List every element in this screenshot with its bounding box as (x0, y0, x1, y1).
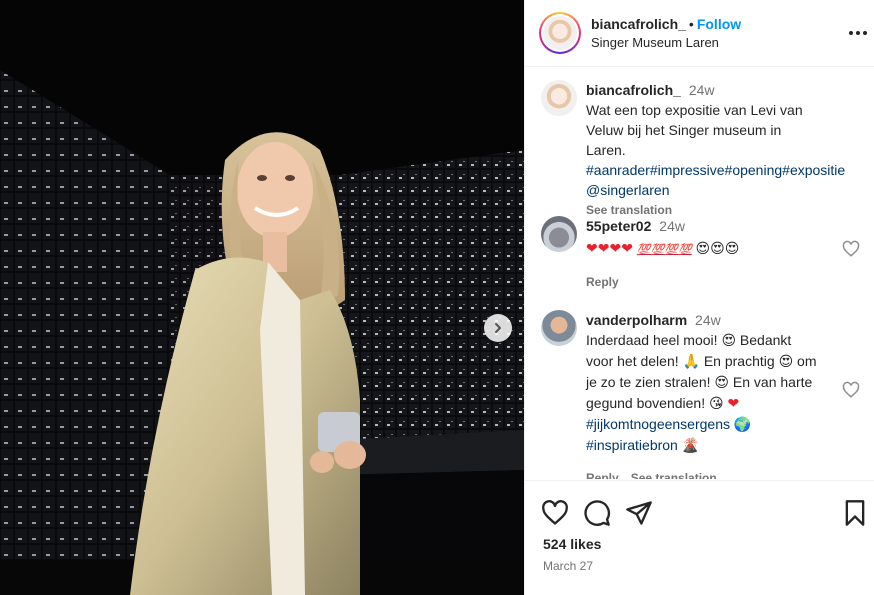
likes-count[interactable]: 524 likes (543, 536, 601, 552)
post-date[interactable]: March 27 (543, 559, 593, 573)
hundred-emoji: 💯 (677, 243, 692, 256)
heart-emoji: ❤ (621, 241, 633, 257)
globe-emoji: 🌍 (733, 417, 752, 433)
post-header: biancafrolich_ • Follow Singer Museum Lare… (525, 0, 874, 67)
comment-row: vanderpolharm 24w Inderdaad heel mooi! 😍… (541, 310, 862, 479)
heart-eyes-emoji: 😍 (710, 241, 725, 257)
comment-avatar[interactable] (541, 216, 577, 252)
next-photo-button[interactable] (484, 314, 512, 342)
heart-eyes-emoji: 😍 (714, 375, 730, 391)
more-options-button[interactable] (846, 21, 870, 45)
ellipsis-icon (849, 31, 867, 35)
comment-text: Inderdaad heel mooi! (586, 332, 722, 348)
caption-avatar[interactable] (541, 80, 577, 116)
chevron-right-icon (495, 323, 501, 333)
heart-eyes-emoji: 😍 (778, 354, 794, 370)
hundred-emoji: 💯 (650, 243, 665, 256)
hundred-emoji: 💯 (636, 243, 651, 256)
heart-emoji: ❤ (727, 396, 740, 412)
comment-time[interactable]: 24w (659, 218, 685, 234)
heart-emoji: ❤ (586, 241, 598, 257)
heart-eyes-emoji: 😍 (695, 241, 711, 257)
folded-hands-emoji: 🙏 (682, 354, 700, 370)
caption-text: Wat een top expositie van Levi van Veluw… (586, 102, 803, 158)
bookmark-icon[interactable] (841, 499, 869, 527)
comments-section[interactable]: biancafrolich_ 24w Wat een top expositie… (525, 68, 874, 479)
caption-username[interactable]: biancafrolich_ (586, 82, 681, 98)
heart-emoji: ❤ (597, 241, 610, 257)
hashtag-impressive[interactable]: #impressive (650, 162, 725, 178)
caption-row: biancafrolich_ 24w Wat een top expositie… (541, 80, 862, 220)
comment-row: 55peter02 24w ❤❤❤❤ 💯💯💯💯 😍😍😍 Reply (541, 216, 862, 292)
separator-dot: • (688, 15, 694, 32)
author-avatar-image (543, 16, 577, 50)
hashtag-opening[interactable]: #opening (725, 162, 783, 178)
follow-button[interactable]: Follow (697, 16, 741, 32)
kiss-emoji: 😘 (709, 396, 724, 412)
caption-time[interactable]: 24w (689, 82, 715, 98)
comment-like-heart-icon[interactable] (842, 240, 860, 258)
comment-see-translation[interactable]: See translation (631, 471, 717, 479)
hashtag-expositie[interactable]: #expositie (782, 162, 845, 178)
comment-bubble-icon[interactable] (583, 499, 611, 527)
comment-text: ❤❤❤❤ 💯💯💯💯 😍😍😍 (586, 238, 822, 260)
author-username[interactable]: biancafrolich_ (591, 16, 686, 32)
author-avatar[interactable] (539, 12, 581, 54)
exhibition-photo-illustration (0, 0, 524, 595)
heart-outline-icon[interactable] (541, 499, 569, 527)
hashtag-aanrader[interactable]: #aanrader (586, 162, 650, 178)
post-location[interactable]: Singer Museum Laren (591, 34, 741, 52)
comment-like-heart-icon[interactable] (842, 381, 860, 399)
comment-username[interactable]: 55peter02 (586, 218, 651, 234)
hundred-emoji: 💯 (664, 243, 678, 256)
hashtag-jijkomtnogeensergens[interactable]: #jijkomtnogeensergens (586, 416, 730, 432)
comment-reply-button[interactable]: Reply (586, 471, 619, 479)
comment-avatar[interactable] (541, 310, 577, 346)
comment-text: En prachtig (699, 353, 779, 369)
volcano-emoji: 🌋 (681, 438, 700, 454)
hashtag-inspiratiebron[interactable]: #inspiratiebron (586, 437, 678, 453)
post-photo[interactable] (0, 0, 524, 595)
caption-see-translation[interactable]: See translation (586, 203, 672, 217)
post-actions: 524 likes March 27 (525, 480, 874, 595)
paper-plane-icon[interactable] (625, 499, 653, 527)
heart-eyes-emoji: 😍 (721, 333, 737, 349)
heart-eyes-emoji: 😍 (724, 241, 740, 257)
post-sidebar: biancafrolich_ • Follow Singer Museum Lare… (524, 0, 874, 595)
mention-singerlaren[interactable]: @singerlaren (586, 182, 669, 198)
comment-username[interactable]: vanderpolharm (586, 312, 687, 328)
comment-reply-button[interactable]: Reply (586, 275, 619, 289)
comment-time[interactable]: 24w (695, 312, 721, 328)
heart-emoji: ❤ (609, 241, 622, 257)
